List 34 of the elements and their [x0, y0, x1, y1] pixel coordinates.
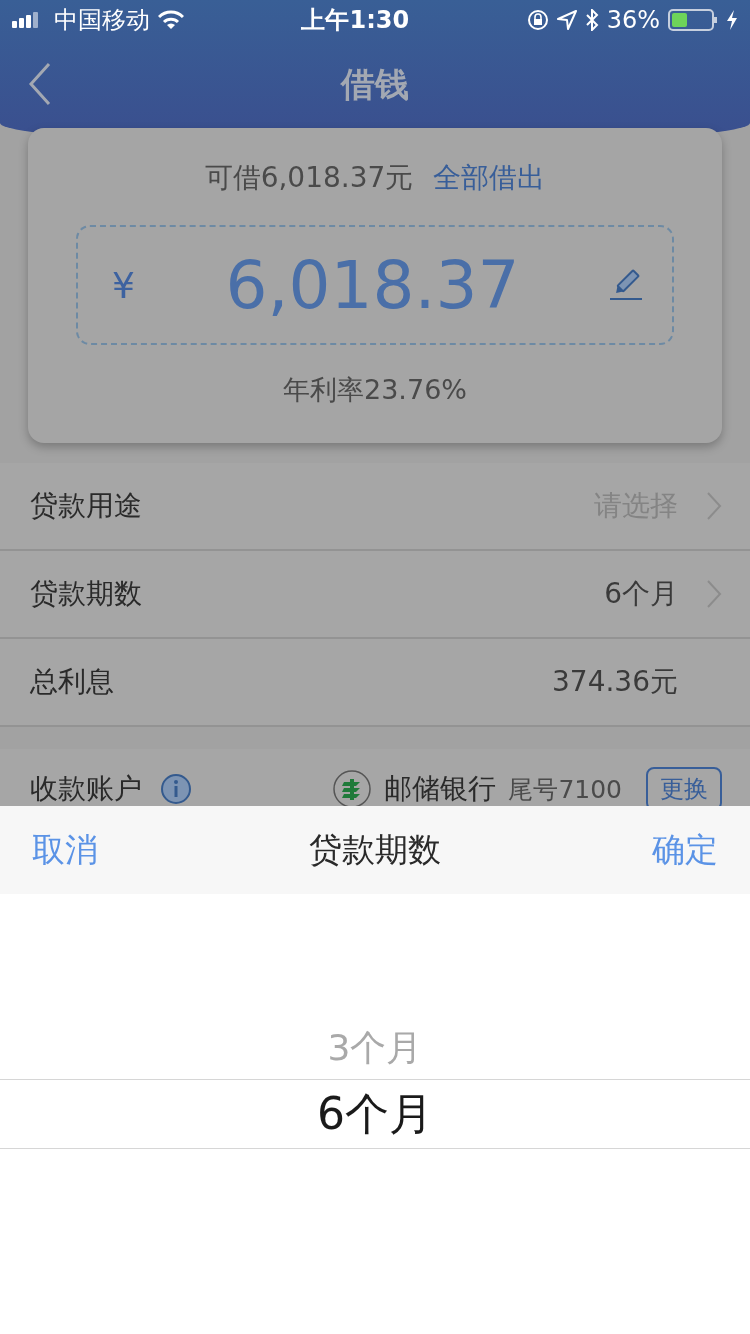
amount-value: 6,018.37	[225, 246, 520, 324]
row-label: 总利息	[30, 664, 114, 700]
account-label: 收款账户	[30, 771, 142, 807]
confirm-button[interactable]: 确定	[652, 827, 718, 873]
borrow-all-link[interactable]: 全部借出	[433, 159, 546, 197]
row-value: 6个月	[604, 576, 678, 612]
bluetooth-icon	[584, 9, 599, 31]
cancel-button[interactable]: 取消	[32, 827, 98, 873]
row-label: 贷款用途	[30, 488, 142, 524]
annual-rate: 年利率23.76%	[283, 373, 467, 407]
account-tail-number: 尾号7100	[508, 773, 622, 806]
carrier-name: 中国移动	[54, 5, 150, 36]
wifi-icon	[158, 10, 184, 30]
amount-field[interactable]: ¥ 6,018.37	[76, 225, 674, 345]
battery-icon	[668, 9, 718, 31]
row-value: 374.36元	[552, 664, 678, 700]
battery-percent: 36%	[606, 6, 660, 34]
picker-title: 贷款期数	[309, 828, 441, 871]
list-row[interactable]: 总利息 374.36元	[0, 639, 750, 727]
available-amount: 可借6,018.37元	[204, 160, 414, 196]
rotation-lock-icon	[526, 9, 549, 31]
location-arrow-icon	[556, 10, 577, 30]
list-row[interactable]: 贷款期数 6个月	[0, 551, 750, 639]
currency-symbol: ¥	[112, 264, 135, 306]
picker-option[interactable]: 3个月	[0, 1018, 750, 1079]
bank-name: 邮储银行	[384, 771, 497, 807]
back-icon[interactable]	[28, 62, 52, 106]
page-title: 借钱	[341, 63, 409, 106]
info-icon	[160, 773, 192, 805]
row-label: 贷款期数	[30, 576, 142, 612]
clock-time: 上午1:30	[301, 5, 410, 36]
charging-bolt-icon	[726, 10, 738, 30]
picker-option[interactable]: 6个月	[0, 1079, 750, 1149]
pencil-icon	[610, 269, 642, 301]
